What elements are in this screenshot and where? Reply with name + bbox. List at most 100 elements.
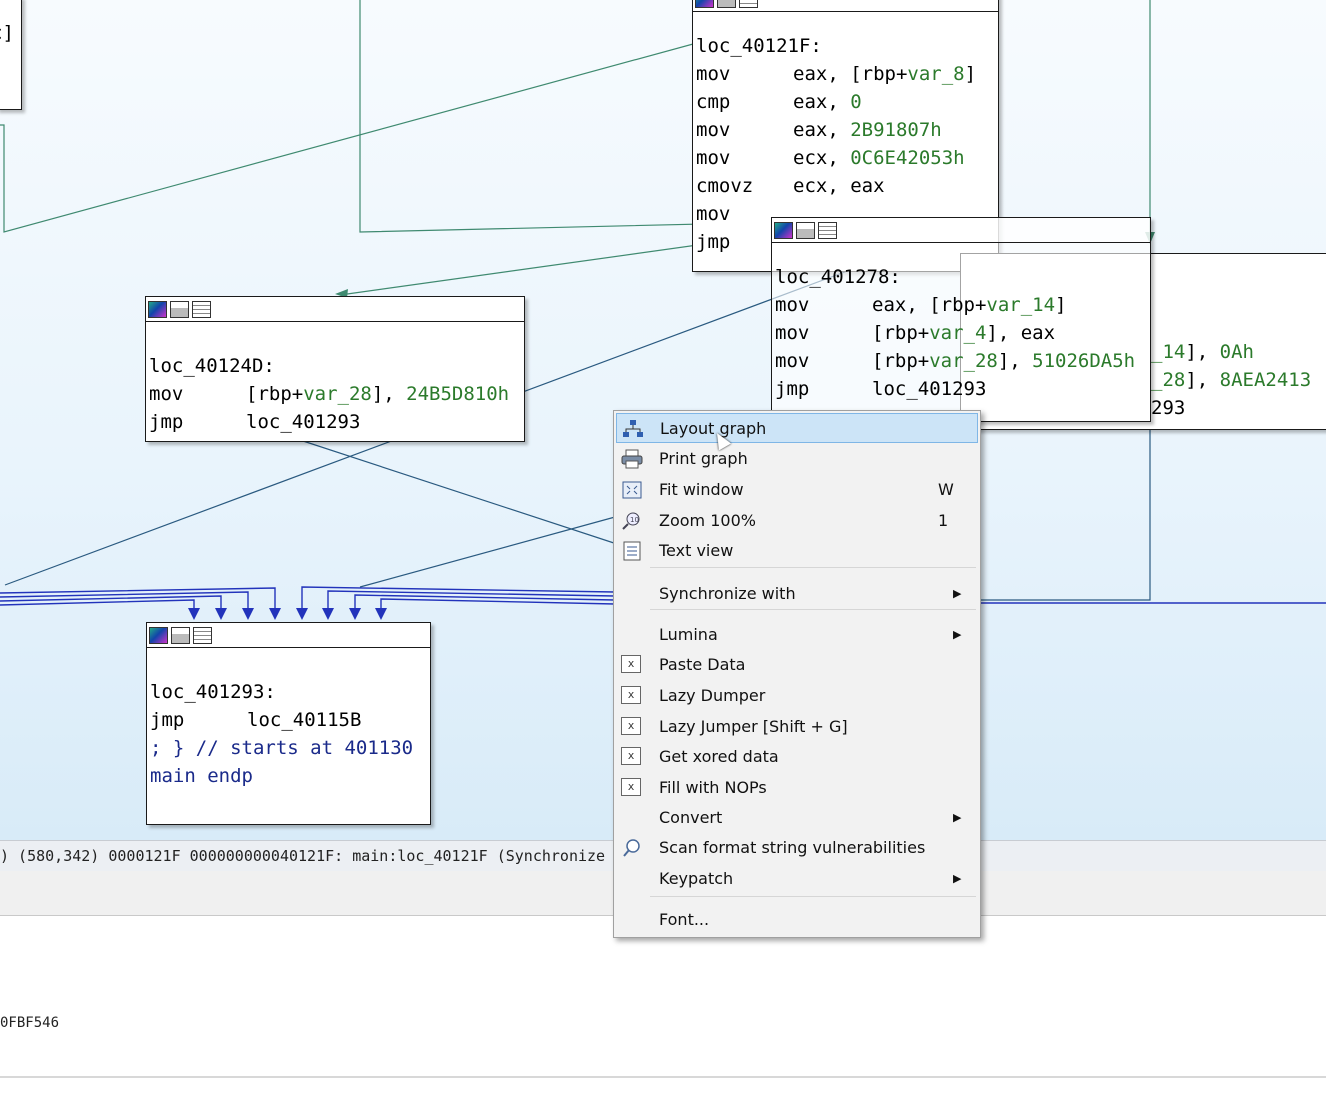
- menu-separator: [650, 567, 976, 568]
- code-operand: loc_401293: [872, 378, 987, 400]
- code-variable: 0C6E42053h: [850, 147, 965, 169]
- menu-item-scan-format-string-vulnerabilities[interactable]: Scan format string vulnerabilities: [616, 833, 978, 863]
- code-mnemonic: mov: [149, 383, 184, 405]
- submenu-arrow-icon: ▶: [953, 872, 962, 885]
- code-mnemonic: mov: [696, 119, 731, 141]
- node-color-icon[interactable]: [149, 626, 168, 644]
- code-constant: 24B5D810h: [406, 383, 510, 405]
- menu-item-label: Scan format string vulnerabilities: [659, 838, 926, 857]
- graph-node-loc-401293[interactable]: loc_401293: jmp loc_40115B ; } // starts at…: [146, 622, 431, 825]
- code-label: loc_40121F:: [696, 35, 822, 57]
- arrowhead: [269, 608, 281, 620]
- output-window[interactable]: [0, 916, 1326, 1076]
- node-rename-icon[interactable]: [717, 0, 736, 8]
- menu-item-label: Synchronize with: [659, 584, 796, 603]
- menu-item-label: Keypatch: [659, 869, 734, 888]
- status-text: ) (580,342) 0000121F 000000000040121F: m…: [0, 847, 606, 865]
- node-rename-icon[interactable]: [170, 300, 189, 318]
- code-mnemonic: jmp: [775, 378, 810, 400]
- node-group-icon[interactable]: [739, 0, 758, 8]
- node-rename-icon[interactable]: [796, 221, 815, 239]
- code-operand: ]: [1055, 294, 1067, 316]
- graph-node-loc-40124d[interactable]: loc_40124D: mov [rbp+var_28], 24B5D810h jmp…: [145, 296, 525, 442]
- menu-item-zoom-100[interactable]: 10 Zoom 100% 1: [616, 506, 978, 536]
- code-variable: var_8: [907, 63, 965, 85]
- node-titlebar: [146, 297, 524, 322]
- node-group-icon[interactable]: [818, 221, 837, 239]
- code-line: jmp loc_401293: [775, 375, 1147, 403]
- menu-item-text-view[interactable]: Text view: [616, 536, 978, 566]
- node-color-icon[interactable]: [148, 300, 167, 318]
- menu-item-label: Fill with NOPs: [659, 778, 767, 797]
- code-operand: eax,: [793, 119, 851, 141]
- graph-node-left-partial[interactable]: c]: [0, 0, 22, 110]
- plugin-icon: x: [621, 778, 643, 798]
- code-operand: loc_401293: [246, 411, 361, 433]
- submenu-arrow-icon: ▶: [953, 811, 962, 824]
- node-color-icon[interactable]: [774, 221, 793, 239]
- code-variable: _28: [1151, 369, 1186, 391]
- plugin-icon-glyph: x: [621, 655, 641, 673]
- menu-item-label: Font...: [659, 910, 710, 929]
- plugin-icon: x: [621, 747, 643, 767]
- menu-item-fit-window[interactable]: Fit window W: [616, 475, 978, 505]
- menu-item-get-xored-data[interactable]: x Get xored data: [616, 742, 978, 772]
- menu-item-fill-with-nops[interactable]: x Fill with NOPs: [616, 773, 978, 803]
- zoom-icon: 10: [621, 511, 643, 531]
- menu-item-convert[interactable]: Convert ▶: [616, 803, 978, 833]
- menu-item-keypatch[interactable]: Keypatch ▶: [616, 864, 978, 894]
- edge-merge-8: [380, 598, 616, 612]
- code-line: main endp: [150, 762, 427, 790]
- menu-item-label: Text view: [659, 541, 734, 560]
- code-variable: 0: [850, 91, 862, 113]
- code-line: mov eax, [rbp+var_14]: [775, 291, 1147, 319]
- menu-item-lazy-dumper[interactable]: x Lazy Dumper: [616, 681, 978, 711]
- code-variable: _14: [1151, 341, 1186, 363]
- code-mnemonic: mov: [775, 294, 810, 316]
- code-variable: var_28: [303, 383, 372, 405]
- menu-item-paste-data[interactable]: x Paste Data: [616, 650, 978, 680]
- code-line: mov [rbp+var_28], 51026DA5h: [775, 347, 1147, 375]
- code-mnemonic: cmp: [696, 91, 731, 113]
- code-constant: 0Ah: [1219, 341, 1254, 363]
- menu-item-layout-graph[interactable]: Layout graph: [616, 413, 978, 443]
- code-line: cmovz ecx, eax: [696, 172, 995, 200]
- node-rename-icon[interactable]: [171, 626, 190, 644]
- search-icon: [621, 838, 643, 858]
- plugin-icon: x: [621, 717, 643, 737]
- svg-text:10: 10: [630, 516, 639, 524]
- menu-item-label: Print graph: [659, 449, 748, 468]
- code-mnemonic: mov: [775, 350, 810, 372]
- code-comment: main endp: [150, 765, 253, 787]
- code-line: mov [rbp+var_28], 24B5D810h: [149, 380, 521, 408]
- plugin-icon-glyph: x: [621, 747, 641, 765]
- code-mnemonic: jmp: [150, 709, 185, 731]
- code-operand: ecx,: [793, 147, 851, 169]
- node-group-icon[interactable]: [193, 626, 212, 644]
- menu-item-lazy-jumper-shift-g[interactable]: x Lazy Jumper [Shift + G]: [616, 712, 978, 742]
- menu-separator: [650, 609, 976, 610]
- node-color-icon[interactable]: [695, 0, 714, 8]
- code-operand: 293: [1151, 397, 1186, 419]
- plugin-icon-glyph: x: [621, 686, 641, 704]
- menu-item-font[interactable]: Font...: [616, 905, 978, 935]
- menu-item-synchronize-with[interactable]: Synchronize with ▶: [616, 579, 978, 609]
- code-text: c]: [0, 22, 14, 44]
- menu-item-print-graph[interactable]: Print graph: [616, 444, 978, 474]
- code-operand: ],: [371, 383, 407, 405]
- code-line: _14], 0Ah: [1151, 338, 1326, 366]
- menu-item-label: Lazy Dumper: [659, 686, 766, 705]
- code-comment: ; } // starts at 401130: [150, 737, 414, 759]
- code-constant: 8AEA2413: [1219, 369, 1312, 391]
- code-line: loc_40124D:: [149, 352, 521, 380]
- graph-node-loc-401278[interactable]: loc_401278: mov eax, [rbp+var_14] mov [rbp+v…: [771, 217, 1151, 422]
- arrowhead: [296, 608, 308, 620]
- code-variable: var_14: [986, 294, 1056, 316]
- code-line: loc_401293:: [150, 678, 427, 706]
- node-titlebar: [772, 218, 1150, 243]
- node-group-icon[interactable]: [192, 300, 211, 318]
- menu-item-lumina[interactable]: Lumina ▶: [616, 620, 978, 650]
- code-variable: var_4: [929, 322, 987, 344]
- context-menu[interactable]: Layout graph Print graph Fit window W 10 Zoom…: [613, 410, 981, 938]
- code-operand: ]: [964, 63, 977, 85]
